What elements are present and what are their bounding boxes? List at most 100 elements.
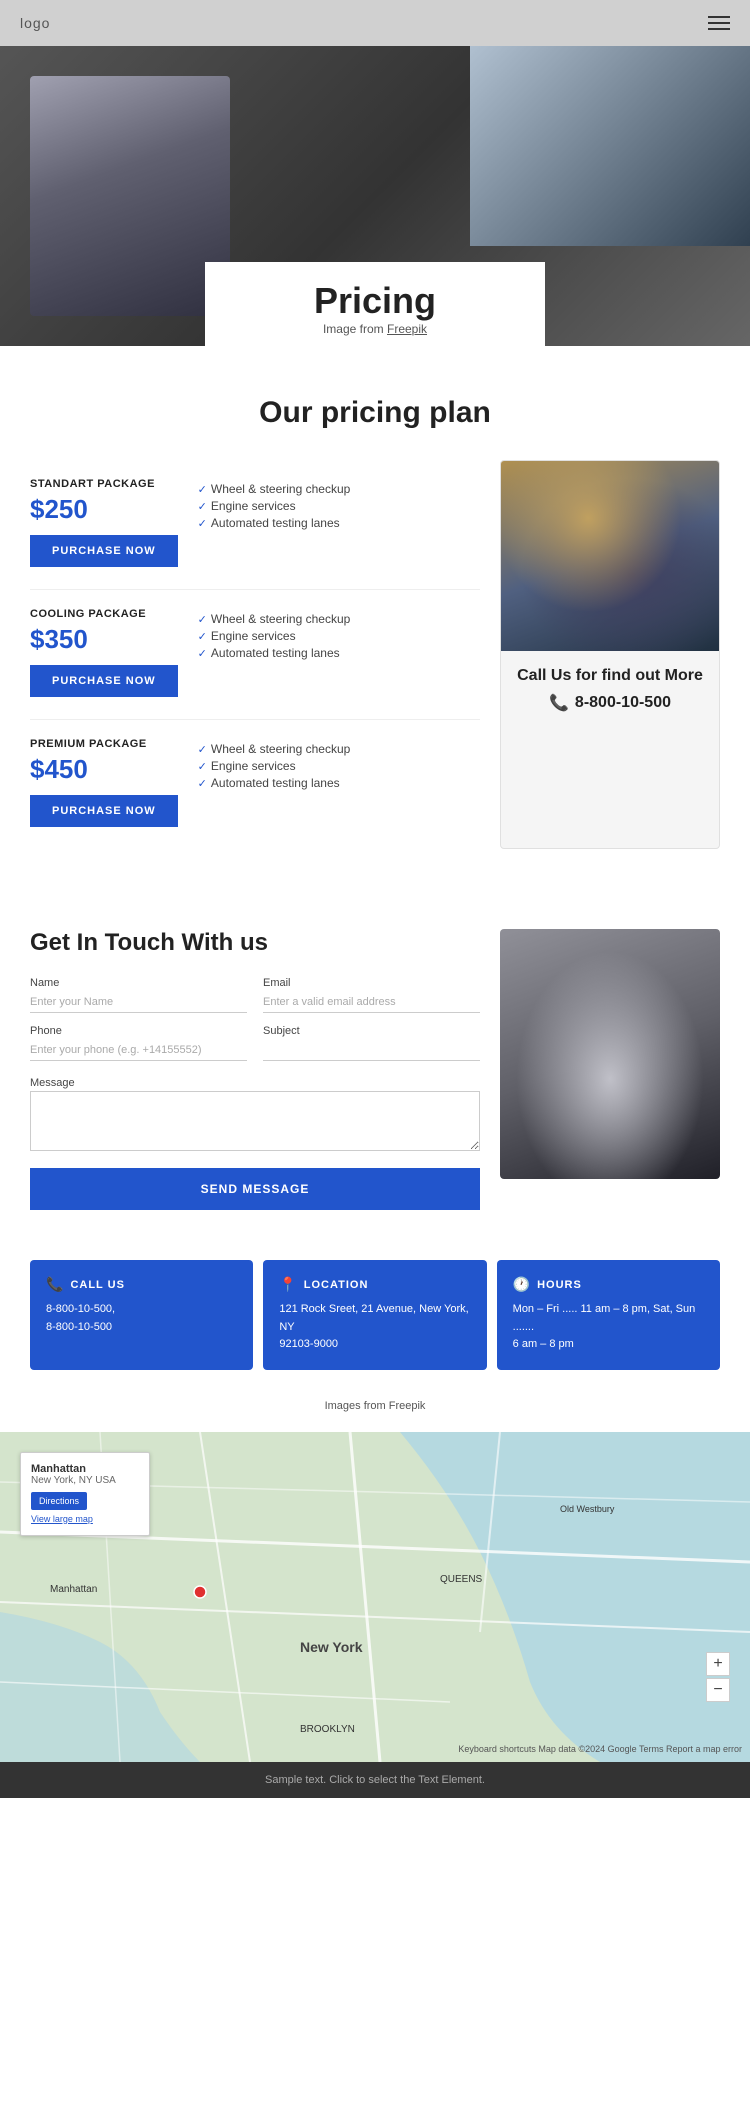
check-icon: ✓ (198, 517, 207, 530)
contact-form: Get In Touch With us Name Email Phone Su… (30, 929, 480, 1210)
form-group-email: Email (263, 977, 480, 1013)
name-input[interactable] (30, 992, 247, 1013)
clock-icon: 🕐 (513, 1276, 531, 1293)
header: logo (0, 0, 750, 46)
info-card-hours: 🕐 HOURS Mon – Fri ..... 11 am – 8 pm, Sa… (497, 1260, 720, 1370)
freepik-link[interactable]: Freepik (387, 322, 427, 336)
subject-label: Subject (263, 1025, 480, 1037)
mechanic-image (501, 461, 719, 651)
package-standard-price: $250 (30, 494, 178, 525)
check-icon: ✓ (198, 483, 207, 496)
package-standard-row: STANDART PACKAGE $250 PURCHASE NOW ✓Whee… (30, 478, 480, 567)
info-card-location-title: 📍 LOCATION (279, 1276, 470, 1293)
hero-section: Pricing Image from Freepik (0, 46, 750, 346)
pricing-packages: STANDART PACKAGE $250 PURCHASE NOW ✓Whee… (30, 460, 480, 849)
pricing-right-panel: Call Us for find out More 📞 8-800-10-500 (500, 460, 720, 849)
info-card-call-content: 8-800-10-500, 8-800-10-500 (46, 1301, 237, 1336)
hero-person-img (30, 76, 230, 316)
call-icon: 📞 (46, 1276, 64, 1293)
feature-item: ✓Automated testing lanes (198, 646, 351, 660)
pricing-section: Our pricing plan STANDART PACKAGE $250 P… (0, 346, 750, 879)
phone-input[interactable] (30, 1040, 247, 1061)
svg-text:New York: New York (300, 1639, 363, 1655)
send-message-button[interactable]: SEND MESSAGE (30, 1168, 480, 1210)
package-standard-info: STANDART PACKAGE $250 PURCHASE NOW (30, 478, 178, 567)
feature-item: ✓Engine services (198, 499, 351, 513)
package-cooling-price: $350 (30, 624, 178, 655)
package-standard-name: STANDART PACKAGE (30, 478, 178, 490)
package-cooling-features: ✓Wheel & steering checkup ✓Engine servic… (198, 608, 351, 660)
feature-item: ✓Automated testing lanes (198, 516, 351, 530)
map-section: New York Manhattan QUEENS BROOKLYN Old W… (0, 1432, 750, 1762)
info-card-location-content: 121 Rock Sreet, 21 Avenue, New York, NY … (279, 1301, 470, 1354)
location-icon: 📍 (279, 1276, 297, 1293)
info-card-location: 📍 LOCATION 121 Rock Sreet, 21 Avenue, Ne… (263, 1260, 486, 1370)
feature-item: ✓Wheel & steering checkup (198, 482, 351, 496)
logo: logo (20, 15, 50, 31)
map-attribution: Keyboard shortcuts Map data ©2024 Google… (458, 1744, 742, 1754)
view-large-link[interactable]: View large map (31, 1514, 93, 1524)
feature-item: ✓Engine services (198, 629, 351, 643)
freepik-credit: Images from Freepik (0, 1390, 750, 1432)
zoom-in-button[interactable]: + (706, 1652, 730, 1676)
feature-item: ✓Wheel & steering checkup (198, 612, 351, 626)
menu-button[interactable] (708, 16, 730, 30)
svg-text:BROOKLYN: BROOKLYN (300, 1724, 355, 1735)
check-icon: ✓ (198, 777, 207, 790)
zoom-out-button[interactable]: − (706, 1678, 730, 1702)
info-card-hours-title: 🕐 HOURS (513, 1276, 704, 1293)
package-cooling-info: COOLING PACKAGE $350 PURCHASE NOW (30, 608, 178, 697)
pricing-grid: STANDART PACKAGE $250 PURCHASE NOW ✓Whee… (30, 460, 720, 849)
package-cooling: COOLING PACKAGE $350 PURCHASE NOW ✓Wheel… (30, 590, 480, 720)
footer: Sample text. Click to select the Text El… (0, 1762, 750, 1798)
map-zoom-controls: + − (706, 1652, 730, 1702)
purchase-standard-button[interactable]: PURCHASE NOW (30, 535, 178, 567)
hero-subtitle: Image from Freepik (265, 322, 485, 336)
package-premium: PREMIUM PACKAGE $450 PURCHASE NOW ✓Wheel… (30, 720, 480, 849)
call-us-text: Call Us for find out More (501, 651, 719, 693)
hero-title: Pricing (265, 280, 485, 322)
map-overlay: Manhattan New York, NY USA Directions Vi… (20, 1452, 150, 1536)
package-cooling-name: COOLING PACKAGE (30, 608, 178, 620)
package-standard-features: ✓Wheel & steering checkup ✓Engine servic… (198, 478, 351, 530)
package-premium-info: PREMIUM PACKAGE $450 PURCHASE NOW (30, 738, 178, 827)
message-label: Message (30, 1077, 75, 1089)
purchase-premium-button[interactable]: PURCHASE NOW (30, 795, 178, 827)
package-standard: STANDART PACKAGE $250 PURCHASE NOW ✓Whee… (30, 460, 480, 590)
info-cards: 📞 CALL US 8-800-10-500, 8-800-10-500 📍 L… (0, 1240, 750, 1390)
svg-text:QUEENS: QUEENS (440, 1574, 483, 1585)
package-premium-row: PREMIUM PACKAGE $450 PURCHASE NOW ✓Wheel… (30, 738, 480, 827)
name-label: Name (30, 977, 247, 989)
message-textarea[interactable] (30, 1091, 480, 1151)
feature-item: ✓Automated testing lanes (198, 776, 351, 790)
contact-section: Get In Touch With us Name Email Phone Su… (0, 879, 750, 1240)
contact-title: Get In Touch With us (30, 929, 480, 957)
call-us-number: 📞 8-800-10-500 (549, 693, 671, 733)
purchase-cooling-button[interactable]: PURCHASE NOW (30, 665, 178, 697)
form-group-name: Name (30, 977, 247, 1013)
email-input[interactable] (263, 992, 480, 1013)
hero-overlay: Pricing Image from Freepik (205, 262, 545, 346)
info-card-call-title: 📞 CALL US (46, 1276, 237, 1293)
email-label: Email (263, 977, 480, 989)
form-row-phone-subject: Phone Subject (30, 1025, 480, 1061)
pricing-title: Our pricing plan (30, 396, 720, 430)
form-row-name-email: Name Email (30, 977, 480, 1013)
check-icon: ✓ (198, 743, 207, 756)
form-group-subject: Subject (263, 1025, 480, 1061)
package-premium-price: $450 (30, 754, 178, 785)
info-card-hours-content: Mon – Fri ..... 11 am – 8 pm, Sat, Sun .… (513, 1301, 704, 1354)
package-cooling-row: COOLING PACKAGE $350 PURCHASE NOW ✓Wheel… (30, 608, 480, 697)
phone-label: Phone (30, 1025, 247, 1037)
form-group-phone: Phone (30, 1025, 247, 1061)
feature-item: ✓Engine services (198, 759, 351, 773)
package-premium-name: PREMIUM PACKAGE (30, 738, 178, 750)
check-icon: ✓ (198, 630, 207, 643)
check-icon: ✓ (198, 500, 207, 513)
phone-icon: 📞 (549, 693, 569, 713)
car-wash-img-inner (500, 929, 720, 1179)
check-icon: ✓ (198, 613, 207, 626)
subject-input[interactable] (263, 1040, 480, 1061)
map-location-sub: New York, NY USA (31, 1475, 139, 1486)
directions-button[interactable]: Directions (31, 1492, 87, 1510)
